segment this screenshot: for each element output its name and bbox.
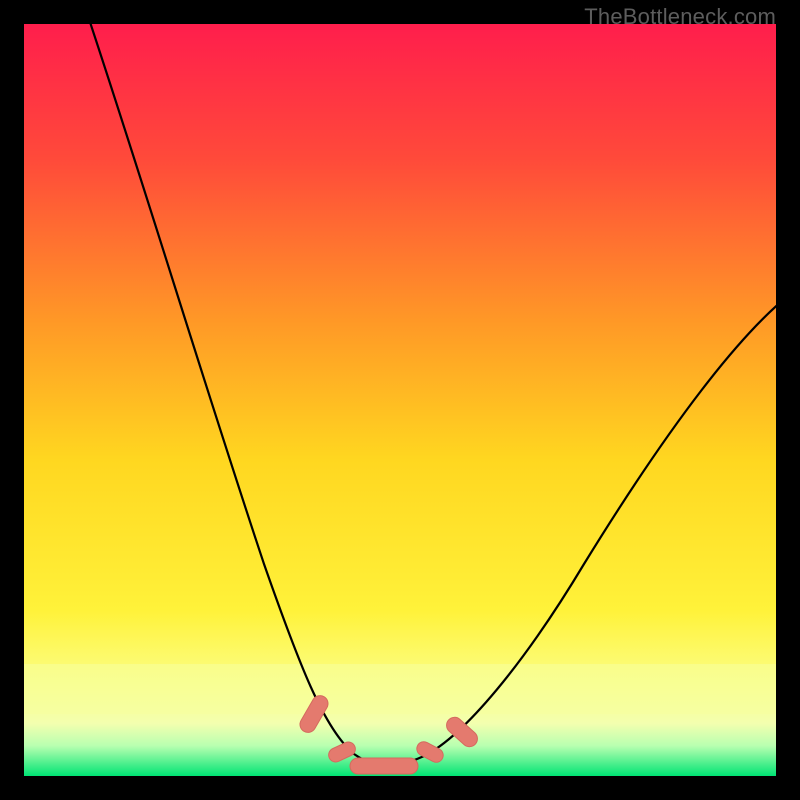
bottleneck-chart bbox=[24, 24, 776, 776]
pale-band bbox=[24, 664, 776, 714]
chart-frame: TheBottleneck.com bbox=[0, 0, 800, 800]
gradient-background bbox=[24, 24, 776, 776]
